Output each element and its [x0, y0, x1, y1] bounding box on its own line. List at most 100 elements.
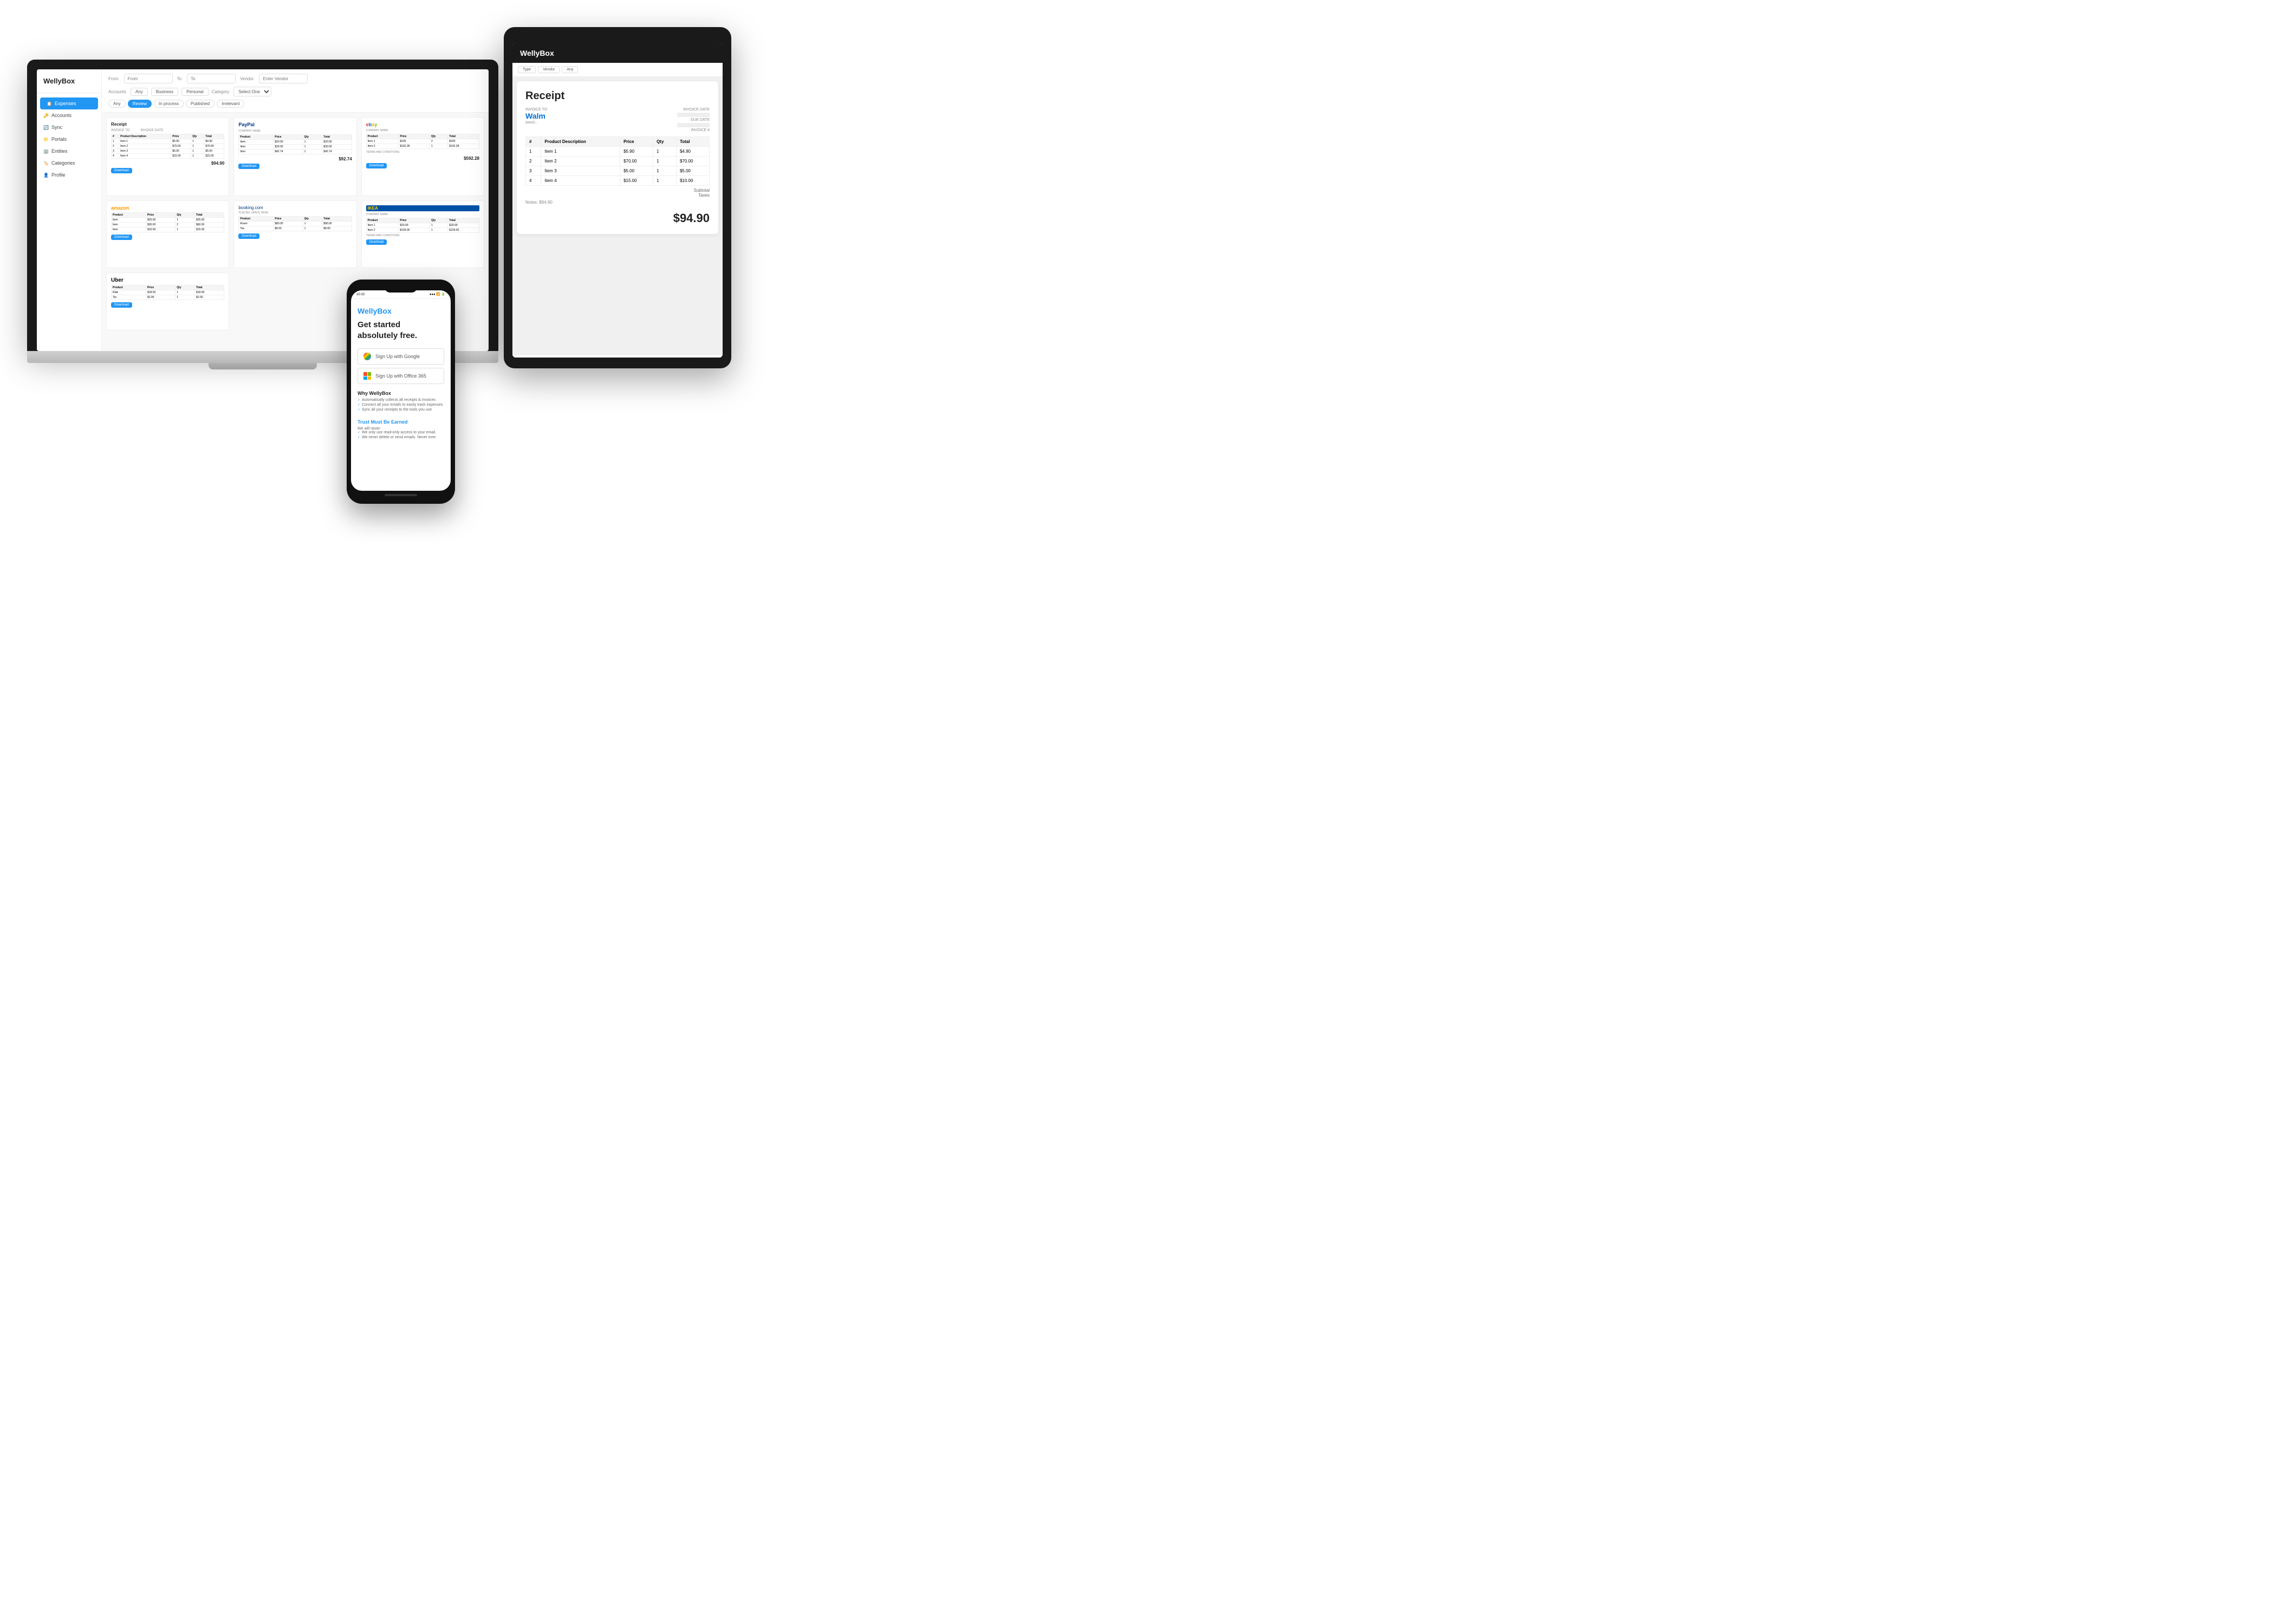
receipt-card-ebay: ebay COMPANY NAME ProductPriceQtyTotal I…: [361, 117, 484, 196]
due-date-label: DUE DATE: [677, 118, 710, 122]
phone-signal: ●●● 📶 🔋: [430, 293, 445, 296]
ikea-table: ProductPriceQtyTotal Item 1$29.991$29.99…: [366, 218, 479, 233]
phone-google-btn[interactable]: Sign Up with Google: [358, 348, 444, 365]
tablet-total: $94.90: [525, 211, 710, 225]
tablet-filter-any[interactable]: Any: [562, 66, 578, 73]
sidebar-item-accounts[interactable]: 🔑 Accounts: [37, 109, 101, 121]
receipt-card-1-download[interactable]: Download: [111, 168, 132, 173]
uber-download[interactable]: Download: [111, 302, 132, 308]
phone-device: 10:10 ●●● 📶 🔋 WellyBox Get startedabsolu…: [347, 280, 455, 504]
col-total: Total: [676, 137, 709, 147]
expenses-icon: 📋: [47, 101, 52, 106]
to-label: To: [177, 76, 181, 81]
phone-office-label: Sign Up with Office 365: [375, 373, 426, 379]
phone-trust-section: Trust Must Be Earned We will never: We o…: [358, 419, 437, 440]
filter-business-btn[interactable]: Business: [151, 88, 178, 96]
amazon-download[interactable]: Download: [111, 235, 132, 240]
laptop-sidebar: WellyBox 📋 Expenses 🔑 Accounts 🔄 Sync: [37, 69, 102, 351]
booking-table: ProductPriceQtyTotal Room$80.001$80.00 T…: [238, 216, 352, 231]
receipt-card-paypal: PayPal COMPANY NAME ProductPriceQtyTotal…: [233, 117, 356, 196]
profile-icon: 👤: [43, 173, 49, 178]
sync-icon: 🔄: [43, 125, 49, 130]
sidebar-item-categories[interactable]: 🏷️ Categories: [37, 157, 101, 169]
phone-why-item-1: Automatically collects all receipts & in…: [358, 398, 443, 402]
phone-body: 10:10 ●●● 📶 🔋 WellyBox Get startedabsolu…: [347, 280, 455, 504]
phone-home-indicator: [385, 494, 417, 496]
status-any-btn[interactable]: Any: [108, 100, 126, 108]
receipt-card-1-total: $94.90: [111, 161, 224, 166]
receipt-card-ikea: IKEA COMPANY NAME ProductPriceQtyTotal I…: [361, 200, 484, 268]
ebay-total: $592.28: [366, 156, 479, 161]
phone-trust-title: Trust Must Be Earned: [358, 419, 437, 425]
tablet-invoice-header: INVOICE TO Walm 8840D... INVOICE DATE DU…: [525, 108, 710, 132]
status-review-btn[interactable]: Review: [128, 100, 152, 108]
col-num: #: [526, 137, 541, 147]
phone-brand: WellyBox: [358, 307, 392, 315]
paypal-download[interactable]: Download: [238, 164, 259, 169]
tablet-body: WellyBox Type Vendor Any Receipt INVOICE…: [504, 27, 731, 368]
ikea-logo: IKEA: [366, 205, 479, 211]
ebay-logo: ebay: [366, 122, 479, 127]
status-irrelevant-btn[interactable]: Irrelevant: [217, 100, 244, 108]
vendor-input[interactable]: [259, 74, 308, 83]
phone-why-item-3: Sync all your receipts to the tools you …: [358, 408, 443, 412]
from-label: From: [108, 76, 119, 81]
tablet-logo: WellyBox: [520, 49, 554, 57]
tablet-header: WellyBox: [512, 43, 723, 63]
amazon-logo: amazon: [111, 205, 224, 211]
tablet-filter-vendor[interactable]: Vendor: [538, 66, 560, 73]
ikea-download[interactable]: Download: [366, 239, 387, 245]
booking-download[interactable]: Download: [238, 233, 259, 239]
col-qty: Qty: [653, 137, 677, 147]
receipt-card-1-header: Receipt: [111, 122, 224, 127]
sidebar-item-expenses[interactable]: 📋 Expenses: [40, 98, 98, 109]
receipt-card-amazon: amazon ProductPriceQtyTotal Item$25.001$…: [106, 200, 229, 268]
tablet-receipt-table: # Product Description Price Qty Total 1I…: [525, 137, 710, 186]
google-icon: [363, 353, 371, 360]
tablet-screen: WellyBox Type Vendor Any Receipt INVOICE…: [512, 43, 723, 358]
phone-office-btn[interactable]: Sign Up with Office 365: [358, 368, 444, 384]
invoice-num-label: INVOICE #: [677, 128, 710, 132]
paypal-logo: PayPal: [238, 122, 352, 127]
phone-content: WellyBox Get startedabsolutely free. Sig…: [351, 299, 451, 448]
filter-personal-btn[interactable]: Personal: [181, 88, 209, 96]
tablet-vendor-logo: Walm: [525, 112, 547, 120]
to-input[interactable]: [187, 74, 236, 83]
tablet-table-row: 2Item 2$70.001$70.00: [526, 157, 710, 166]
sidebar-item-portals[interactable]: 📁 Portals: [37, 133, 101, 145]
portals-icon: 📁: [43, 137, 49, 142]
phone-why-section: Why WellyBox Automatically collects all …: [358, 391, 443, 413]
from-input[interactable]: [124, 74, 173, 83]
toolbar-row2: Accounts Any Business Personal Category …: [108, 87, 482, 96]
sidebar-item-profile[interactable]: 👤 Profile: [37, 169, 101, 181]
receipt-card-1: Receipt INVOICE TO INVOICE DATE #Product…: [106, 117, 229, 196]
invoice-date-value: [677, 113, 710, 117]
tablet-filter-type[interactable]: Type: [518, 66, 536, 73]
phone-notch: [385, 287, 417, 293]
tablet-receipt-detail: Receipt INVOICE TO Walm 8840D... INVOICE…: [517, 81, 718, 234]
ebay-download[interactable]: Download: [366, 163, 387, 168]
paypal-total: $92.74: [238, 157, 352, 161]
ebay-table: ProductPriceQtyTotal Item 1$1002$200 Ite…: [366, 134, 479, 149]
status-inprocess-btn[interactable]: In process: [154, 100, 184, 108]
booking-logo: booking.com: [238, 205, 352, 210]
tablet-invoice-to: INVOICE TO Walm 8840D...: [525, 108, 547, 132]
accounts-label: Accounts: [108, 89, 126, 94]
phone-why-item-2: Connect all your emails to easily track …: [358, 403, 443, 407]
phone-trust-item-2: We never delete or send emails. Never ev…: [358, 436, 437, 439]
tablet-subtotal: SubtotalTaxes: [525, 188, 710, 198]
filter-any-btn[interactable]: Any: [131, 88, 148, 96]
sidebar-item-sync[interactable]: 🔄 Sync: [37, 121, 101, 133]
phone-why-title: Why WellyBox: [358, 391, 443, 396]
receipt-card-booking: booking.com PLACING SPACE HERE ProductPr…: [233, 200, 356, 268]
tablet-filter-row: Type Vendor Any: [512, 63, 723, 77]
col-price: Price: [620, 137, 653, 147]
category-select[interactable]: Select One: [233, 87, 271, 96]
status-published-btn[interactable]: Published: [186, 100, 215, 108]
categories-icon: 🏷️: [43, 161, 49, 166]
tablet-content: Type Vendor Any Receipt INVOICE TO Walm …: [512, 63, 723, 355]
phone-google-label: Sign Up with Google: [375, 354, 420, 359]
vendor-label: Vendor: [240, 76, 254, 81]
sidebar-item-entities[interactable]: 🏢 Entities: [37, 145, 101, 157]
laptop-logo: WellyBox: [37, 77, 101, 93]
